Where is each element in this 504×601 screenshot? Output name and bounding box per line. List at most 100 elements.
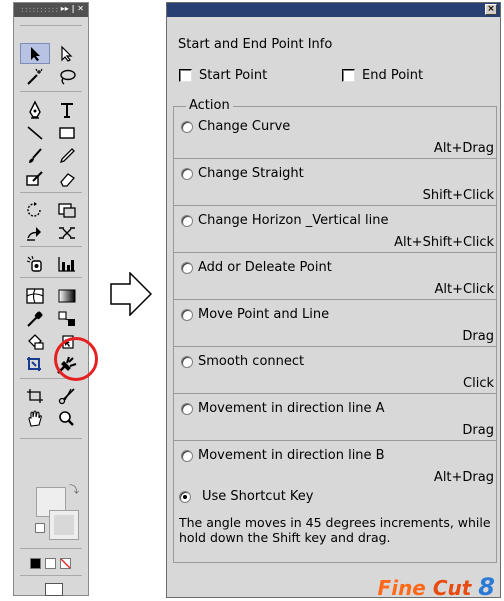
radio-button[interactable] bbox=[181, 168, 193, 180]
magic-wand-tool[interactable] bbox=[20, 66, 50, 87]
blend-tool[interactable] bbox=[52, 308, 82, 329]
action-shortcut: Click bbox=[463, 376, 494, 391]
radio-button[interactable] bbox=[181, 262, 193, 274]
action-option[interactable]: Smooth connect Click bbox=[174, 347, 496, 394]
action-legend: Action bbox=[186, 98, 233, 113]
radio-button[interactable] bbox=[181, 309, 193, 321]
palette-divider bbox=[20, 25, 82, 26]
scissors-tool[interactable] bbox=[52, 385, 82, 406]
free-transform-tool[interactable] bbox=[52, 222, 82, 243]
palette-titlebar[interactable]: :::::::::::::::::::: ▸▸ | ✕ bbox=[14, 3, 88, 17]
start-point-checkbox[interactable]: Start Point bbox=[179, 68, 267, 83]
eyedropper-tool[interactable] bbox=[20, 308, 50, 329]
color-mode-icon[interactable] bbox=[30, 558, 41, 569]
mesh-tool[interactable] bbox=[20, 285, 50, 306]
slice-tool[interactable] bbox=[20, 385, 50, 406]
action-option[interactable]: Movement in direction line B Alt+Drag bbox=[174, 441, 496, 488]
none-mode-icon[interactable] bbox=[60, 558, 71, 569]
hand-tool[interactable] bbox=[20, 408, 50, 429]
radio-button[interactable] bbox=[181, 450, 193, 462]
rotate-tool[interactable] bbox=[20, 199, 50, 220]
zoom-tool[interactable] bbox=[52, 408, 82, 429]
action-option[interactable]: Change Horizon _Vertical line Alt+Shift+… bbox=[174, 206, 496, 253]
end-point-checkbox[interactable]: End Point bbox=[342, 68, 423, 83]
gradient-icon bbox=[58, 289, 76, 302]
line-tool[interactable] bbox=[20, 122, 50, 143]
radio-button[interactable] bbox=[179, 490, 191, 503]
blend-icon bbox=[58, 310, 75, 326]
action-shortcut: Alt+Shift+Click bbox=[394, 235, 494, 250]
slice-icon bbox=[27, 388, 43, 403]
highlight-circle bbox=[54, 337, 98, 381]
direct-selection-tool[interactable] bbox=[52, 43, 82, 64]
pencil-tool[interactable] bbox=[52, 145, 82, 166]
lasso-icon bbox=[60, 69, 76, 85]
action-shortcut: Alt+Drag bbox=[433, 470, 494, 485]
radio-button[interactable] bbox=[181, 403, 193, 415]
blob-brush-tool[interactable] bbox=[20, 168, 50, 189]
close-button[interactable]: × bbox=[485, 4, 497, 15]
scale-icon bbox=[58, 202, 76, 218]
action-shortcut: Alt+Drag bbox=[433, 141, 494, 156]
swap-fill-stroke-icon[interactable]: ⤵ bbox=[69, 481, 81, 496]
crop-area-tool[interactable] bbox=[20, 354, 50, 375]
paintbrush-tool[interactable] bbox=[20, 145, 50, 166]
gradient-mode-icon[interactable] bbox=[45, 558, 56, 569]
paint-bucket-icon bbox=[28, 333, 44, 350]
logo-word-cut: Cut bbox=[432, 576, 479, 600]
palette-grip[interactable]: :::::::::::::::::::: bbox=[20, 5, 58, 15]
tools-palette: :::::::::::::::::::: ▸▸ | ✕ bbox=[13, 2, 89, 596]
zoom-magnifier-icon bbox=[59, 410, 74, 426]
palette-divider bbox=[20, 192, 82, 193]
lasso-tool[interactable] bbox=[52, 66, 82, 87]
action-label: Change Horizon _Vertical line bbox=[198, 213, 389, 228]
description-text: The angle moves in 45 degrees increments… bbox=[179, 515, 491, 545]
eraser-tool[interactable] bbox=[52, 168, 82, 189]
eraser-icon bbox=[60, 172, 75, 187]
stroke-swatch[interactable] bbox=[49, 510, 79, 540]
palette-title-buttons[interactable]: ▸▸ | ✕ bbox=[61, 4, 84, 13]
fine-cut-dialog: × Start and End Point Info Start Point E… bbox=[166, 2, 501, 601]
warp-tool[interactable] bbox=[20, 222, 50, 243]
column-graph-tool[interactable] bbox=[52, 253, 82, 274]
type-t-icon bbox=[61, 102, 73, 118]
symbol-sprayer-tool[interactable] bbox=[20, 253, 50, 274]
action-option[interactable]: Move Point and Line Drag bbox=[174, 300, 496, 347]
default-fill-stroke-icon[interactable] bbox=[35, 523, 45, 533]
checkbox-box[interactable] bbox=[342, 69, 355, 82]
scissors-icon bbox=[58, 387, 75, 404]
blob-brush-icon bbox=[26, 170, 43, 186]
palette-divider bbox=[20, 246, 82, 247]
action-label: Movement in direction line B bbox=[198, 448, 385, 463]
dialog-titlebar[interactable]: × bbox=[167, 3, 500, 17]
type-tool[interactable] bbox=[52, 99, 82, 120]
pen-tool[interactable] bbox=[20, 99, 50, 120]
pen-nib-icon bbox=[29, 99, 41, 119]
checkbox-box[interactable] bbox=[179, 69, 192, 82]
selection-tool[interactable] bbox=[20, 43, 50, 64]
rectangle-tool[interactable] bbox=[52, 122, 82, 143]
radio-button[interactable] bbox=[181, 356, 193, 368]
action-label: Smooth connect bbox=[198, 354, 305, 369]
palette-divider bbox=[20, 438, 82, 439]
live-paint-bucket-tool[interactable] bbox=[20, 331, 50, 352]
gradient-tool[interactable] bbox=[52, 285, 82, 306]
free-transform-icon bbox=[59, 226, 75, 239]
action-option[interactable]: Add or Deleate Point Alt+Click bbox=[174, 253, 496, 300]
checkbox-label: Start Point bbox=[199, 68, 268, 83]
mesh-icon bbox=[26, 287, 44, 304]
action-shortcut: Drag bbox=[462, 423, 494, 438]
paintbrush-icon bbox=[29, 147, 42, 163]
right-arrow-icon bbox=[110, 272, 152, 316]
radio-button[interactable] bbox=[181, 121, 193, 133]
action-option[interactable]: Movement in direction line A Drag bbox=[174, 394, 496, 441]
direct-selection-arrow-icon bbox=[61, 45, 73, 62]
use-shortcut-key-option[interactable]: Use Shortcut Key bbox=[179, 489, 314, 504]
action-option[interactable]: Change Curve Alt+Drag bbox=[174, 112, 496, 159]
eyedropper-icon bbox=[27, 311, 43, 327]
screen-mode-icon[interactable] bbox=[45, 583, 63, 596]
action-option[interactable]: Change Straight Shift+Click bbox=[174, 159, 496, 206]
scale-tool[interactable] bbox=[52, 199, 82, 220]
palette-divider bbox=[20, 91, 82, 92]
radio-button[interactable] bbox=[181, 215, 193, 227]
